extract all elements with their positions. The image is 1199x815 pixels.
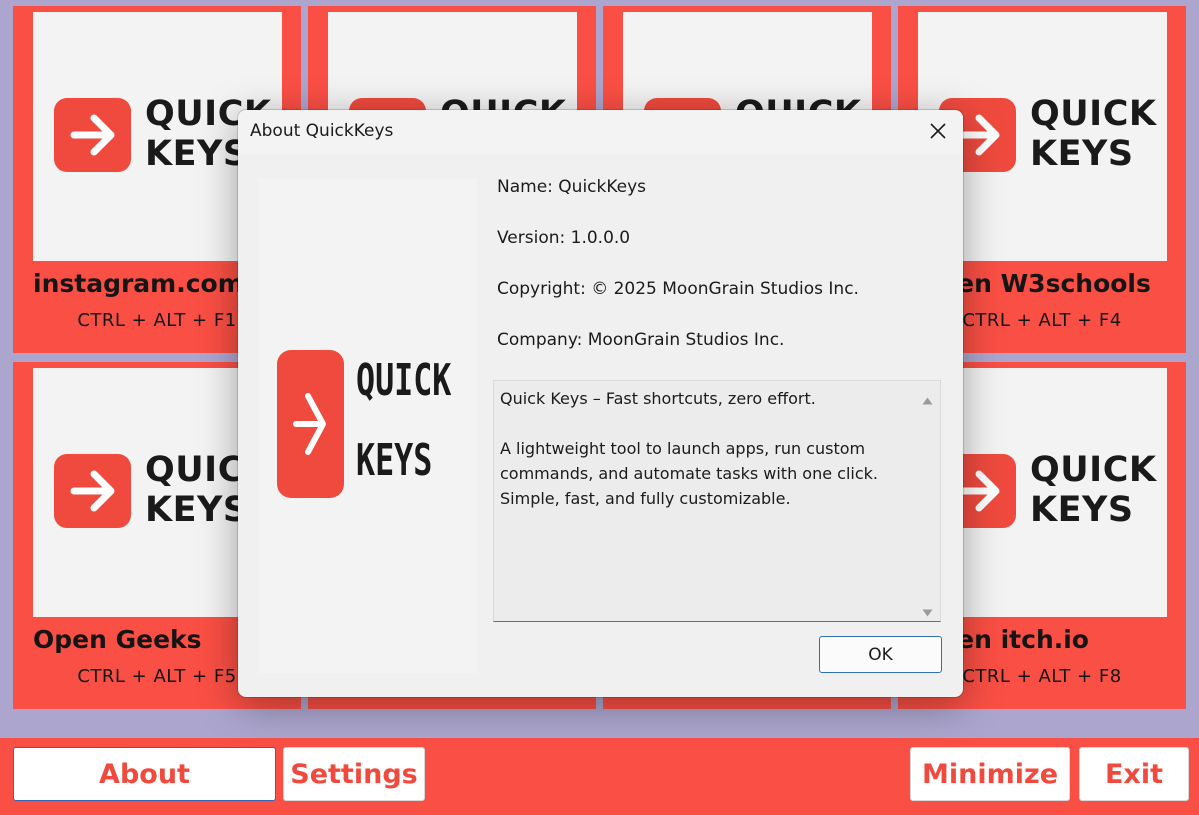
about-button[interactable]: About xyxy=(13,747,276,801)
description-textbox[interactable]: Quick Keys – Fast shortcuts, zero effort… xyxy=(493,380,941,622)
dialog-logo-text-quick: QUICK xyxy=(356,355,452,406)
app-name-label: Name: QuickKeys xyxy=(497,177,647,197)
dialog-logo-image: QUICK KEYS xyxy=(258,178,477,673)
close-icon[interactable] xyxy=(925,118,951,144)
minimize-button[interactable]: Minimize xyxy=(910,747,1070,801)
about-dialog: About QuickKeys QUICK KEYS Name: QuickKe… xyxy=(238,110,963,697)
company-label: Company: MoonGrain Studios Inc. xyxy=(497,330,785,350)
scroll-down-icon[interactable] xyxy=(922,604,933,622)
scroll-up-icon[interactable] xyxy=(922,392,933,410)
version-label: Version: 1.0.0.0 xyxy=(497,228,631,248)
dialog-titlebar[interactable]: About QuickKeys xyxy=(238,110,963,154)
exit-button[interactable]: Exit xyxy=(1079,747,1189,801)
description-scrollbar[interactable] xyxy=(915,382,939,620)
settings-button[interactable]: Settings xyxy=(283,747,425,801)
bottom-toolbar: About Settings Minimize Exit xyxy=(0,738,1199,815)
arrow-right-icon xyxy=(54,454,131,528)
arrow-right-icon xyxy=(54,98,131,172)
tile-logo-text: QUICK KEYS xyxy=(1030,450,1157,530)
dialog-title: About QuickKeys xyxy=(250,121,394,141)
ok-button[interactable]: OK xyxy=(819,636,942,673)
dialog-logo-text-keys: KEYS xyxy=(356,435,433,486)
tile-logo-text: QUICK KEYS xyxy=(1030,94,1157,174)
copyright-label: Copyright: © 2025 MoonGrain Studios Inc. xyxy=(497,279,859,299)
